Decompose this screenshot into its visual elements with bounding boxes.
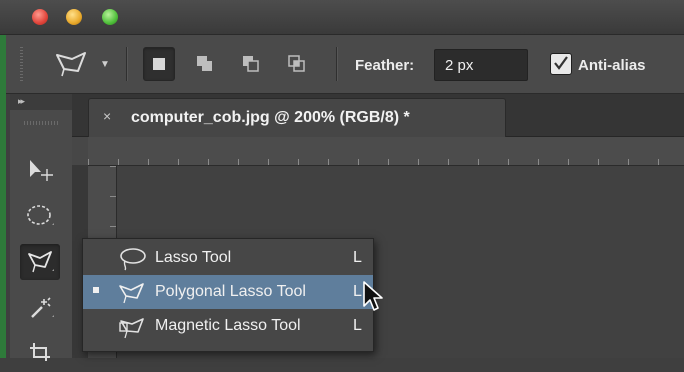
- menu-item-shortcut: L: [353, 249, 362, 266]
- polygonal-lasso-icon: [28, 251, 54, 273]
- document-title: computer_cob.jpg @ 200% (RGB/8) *: [131, 109, 410, 126]
- checkmark-icon: [554, 56, 568, 70]
- add-to-selection-button[interactable]: [189, 47, 219, 79]
- magic-wand-tool[interactable]: [20, 290, 60, 326]
- feather-input[interactable]: [434, 49, 528, 81]
- crop-icon: [30, 343, 50, 361]
- close-tab-icon[interactable]: ×: [103, 108, 111, 124]
- tools-panel-header[interactable]: ▸▸: [10, 94, 72, 110]
- menu-item-magnetic-lasso-tool[interactable]: Magnetic Lasso Tool L: [83, 309, 373, 343]
- minimize-window-button[interactable]: [66, 9, 82, 25]
- ruler-origin[interactable]: [72, 137, 89, 165]
- menu-item-label: Lasso Tool: [155, 249, 232, 266]
- expand-panel-icon: ▸▸: [18, 96, 25, 106]
- magnetic-lasso-icon: [119, 318, 144, 339]
- crop-tool[interactable]: [20, 336, 60, 372]
- lasso-icon: [120, 248, 146, 271]
- intersect-with-selection-button[interactable]: [281, 47, 311, 79]
- mouse-cursor-icon: [363, 281, 383, 311]
- subtract-from-selection-button[interactable]: [235, 47, 265, 79]
- horizontal-ruler[interactable]: [88, 137, 684, 166]
- subtract-selection-icon: [243, 56, 259, 72]
- divider: [336, 47, 337, 81]
- options-bar-grip[interactable]: [20, 47, 23, 81]
- zoom-window-button[interactable]: [102, 9, 118, 25]
- menu-item-lasso-tool[interactable]: Lasso Tool L: [83, 241, 373, 275]
- polygonal-lasso-icon: [119, 283, 144, 304]
- intersect-selection-icon: [288, 55, 305, 72]
- antialias-label: Anti-alias: [578, 57, 646, 74]
- elliptical-marquee-icon: [27, 205, 54, 225]
- active-tool-indicator: [93, 287, 99, 293]
- chevron-down-icon: ▼: [100, 59, 110, 70]
- feather-label: Feather:: [355, 57, 415, 74]
- add-selection-icon: [197, 56, 212, 71]
- elliptical-marquee-tool[interactable]: [20, 198, 60, 234]
- close-window-button[interactable]: [32, 9, 48, 25]
- menu-item-polygonal-lasso-tool[interactable]: Polygonal Lasso Tool L: [83, 275, 373, 309]
- magic-wand-icon: [31, 297, 54, 318]
- divider: [126, 47, 127, 81]
- move-tool[interactable]: [20, 152, 60, 188]
- options-bar: ▼ Feather: Anti-alias: [6, 35, 684, 94]
- lasso-tool-selected[interactable]: [20, 244, 60, 280]
- polygonal-lasso-icon: [56, 52, 86, 77]
- tool-preset-picker[interactable]: ▼: [52, 49, 112, 79]
- menu-item-label: Magnetic Lasso Tool: [155, 317, 301, 334]
- antialias-checkbox[interactable]: [550, 53, 572, 75]
- new-selection-icon: [153, 58, 165, 70]
- document-tab[interactable]: × computer_cob.jpg @ 200% (RGB/8) *: [88, 98, 506, 137]
- menu-item-shortcut: L: [353, 283, 362, 300]
- document-tab-bar: × computer_cob.jpg @ 200% (RGB/8) *: [72, 94, 684, 137]
- new-selection-button[interactable]: [143, 47, 175, 81]
- menu-item-shortcut: L: [353, 317, 362, 334]
- lasso-tools-flyout-menu: Lasso Tool L Polygonal Lasso Tool L Magn…: [82, 238, 374, 352]
- menu-item-label: Polygonal Lasso Tool: [155, 283, 306, 300]
- move-icon: [30, 160, 53, 181]
- tools-panel-grip[interactable]: [24, 121, 60, 125]
- title-bar: [0, 0, 684, 35]
- tools-panel: ▸▸: [10, 94, 73, 361]
